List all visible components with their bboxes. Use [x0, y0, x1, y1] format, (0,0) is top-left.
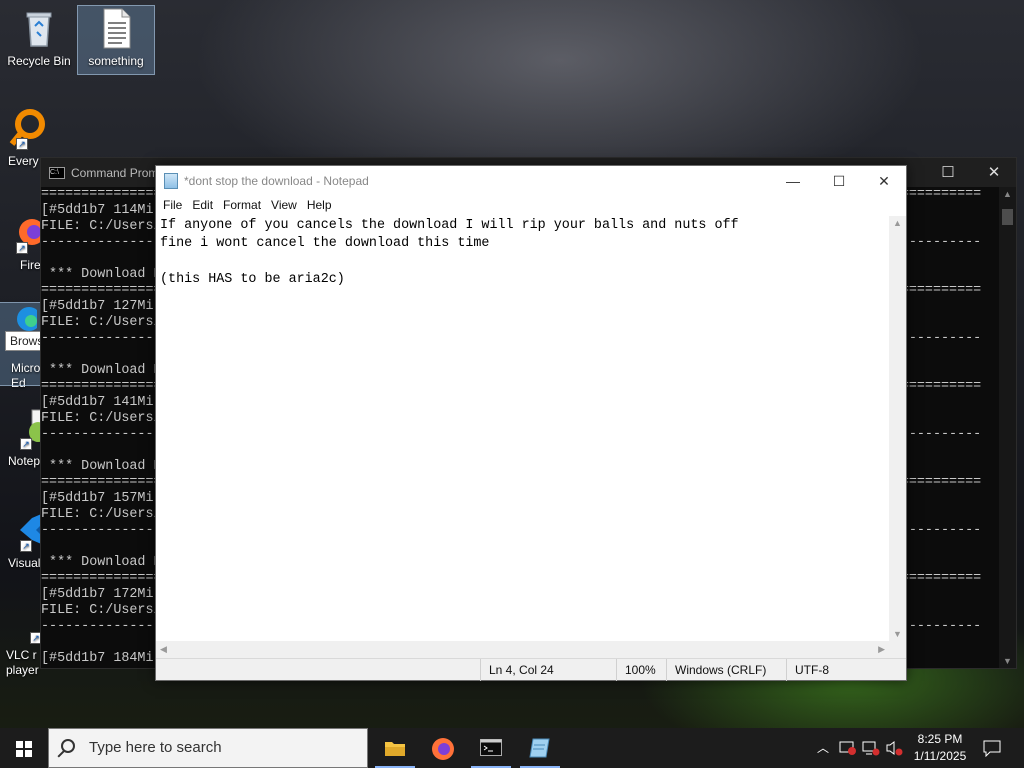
close-button[interactable]: ✕	[861, 166, 907, 196]
desktop-icon-label: Recycle Bin	[7, 54, 71, 68]
notification-icon	[983, 740, 1001, 757]
windows-logo-icon	[16, 741, 32, 757]
terminal-icon	[480, 739, 502, 756]
status-zoom: 100%	[616, 659, 666, 681]
search-placeholder: Type here to search	[89, 739, 222, 756]
notepad-icon	[529, 738, 550, 758]
notification-center-button[interactable]	[980, 728, 1004, 768]
cmd-title-text: Command Prom	[71, 165, 159, 180]
scroll-thumb[interactable]	[1002, 209, 1013, 225]
shortcut-arrow-icon: ↗	[16, 138, 28, 150]
menu-help[interactable]: Help	[302, 196, 337, 216]
search-icon	[61, 739, 75, 753]
firefox-icon	[432, 738, 454, 760]
scroll-right-arrow-icon[interactable]: ▶	[878, 644, 885, 655]
menu-view[interactable]: View	[266, 196, 302, 216]
notepad-text-area[interactable]: If anyone of you cancels the download I …	[156, 216, 889, 641]
status-bar: Ln 4, Col 24 100% Windows (CRLF) UTF-8	[156, 658, 906, 681]
shortcut-arrow-icon: ↗	[20, 438, 32, 450]
clock-date: 1/11/2025	[913, 749, 967, 763]
chevron-up-icon[interactable]: ︿	[815, 728, 831, 768]
menu-bar: File Edit Format View Help	[156, 196, 906, 216]
desktop-icon-label: something	[88, 54, 144, 68]
notepad-window[interactable]: *dont stop the download - Notepad — ☐ ✕ …	[155, 165, 907, 681]
menu-format[interactable]: Format	[218, 196, 266, 216]
menu-edit[interactable]: Edit	[187, 196, 218, 216]
taskbar-clock[interactable]: 8:25 PM 1/11/2025	[905, 731, 975, 765]
scroll-left-arrow-icon[interactable]: ◀	[160, 644, 167, 655]
scroll-down-arrow-icon[interactable]: ▼	[999, 656, 1016, 666]
taskbar-firefox[interactable]	[419, 728, 467, 768]
scroll-down-arrow-icon[interactable]: ▼	[893, 629, 902, 639]
horizontal-scrollbar[interactable]: ◀ ▶	[156, 641, 889, 658]
recycle-bin-icon	[17, 6, 61, 50]
taskbar-search-box[interactable]: Type here to search	[48, 728, 368, 768]
desktop-icon-label: Micro Ed	[11, 361, 41, 390]
maximize-button[interactable]: ☐	[925, 158, 971, 187]
scroll-up-arrow-icon[interactable]: ▲	[999, 189, 1016, 199]
taskbar-notepad[interactable]	[516, 728, 564, 768]
notepad-icon	[164, 173, 178, 189]
notepad-title-text: *dont stop the download - Notepad	[184, 174, 369, 188]
status-position: Ln 4, Col 24	[480, 659, 616, 681]
minimize-button[interactable]: —	[770, 166, 816, 196]
desktop-icon-something[interactable]: something	[77, 5, 155, 75]
cmd-scrollbar[interactable]: ▲ ▼	[999, 187, 1016, 668]
taskbar: Type here to search ︿ 8:25 PM 1/11/2025	[0, 728, 1024, 768]
menu-file[interactable]: File	[158, 196, 187, 216]
shortcut-arrow-icon: ↗	[20, 540, 32, 552]
scroll-up-arrow-icon[interactable]: ▲	[893, 218, 902, 228]
network-icon[interactable]	[861, 728, 881, 768]
volume-muted-icon[interactable]	[884, 728, 904, 768]
shortcut-arrow-icon: ↗	[16, 242, 28, 254]
security-warning-icon[interactable]	[838, 728, 858, 768]
close-button[interactable]: ✕	[971, 158, 1017, 187]
text-file-icon	[94, 6, 138, 50]
vertical-scrollbar[interactable]: ▲ ▼	[889, 216, 906, 641]
magnifier-orange-icon: ↗	[2, 106, 46, 150]
scrollbar-corner	[889, 641, 906, 658]
status-encoding: UTF-8	[786, 659, 906, 681]
taskbar-file-explorer[interactable]	[371, 728, 419, 768]
cmd-icon: C:\	[49, 166, 65, 179]
status-line-ending: Windows (CRLF)	[666, 659, 786, 681]
start-button[interactable]	[0, 728, 48, 768]
folder-icon	[385, 742, 405, 756]
desktop-icon-recycle-bin[interactable]: Recycle Bin	[1, 6, 77, 74]
taskbar-command-prompt[interactable]	[467, 728, 515, 768]
clock-time: 8:25 PM	[917, 732, 963, 746]
notepad-titlebar[interactable]: *dont stop the download - Notepad — ☐ ✕	[156, 166, 906, 196]
maximize-button[interactable]: ☐	[816, 166, 862, 196]
